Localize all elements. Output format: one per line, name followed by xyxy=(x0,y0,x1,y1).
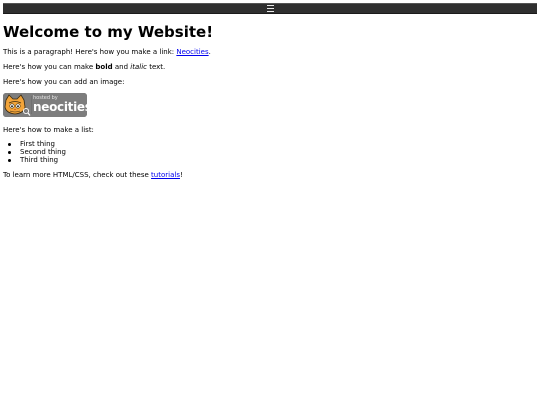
list-item: First thing xyxy=(8,140,66,148)
page-title: Welcome to my Website! xyxy=(3,23,214,41)
intro-text: This is a paragraph! Here's how you make… xyxy=(3,48,177,56)
outro-text: To learn more HTML/CSS, check out these xyxy=(3,171,152,179)
tutorials-link[interactable]: tutorials xyxy=(151,171,180,179)
format-after: text. xyxy=(146,63,166,71)
outro-after: ! xyxy=(179,171,183,179)
badge-brand-text: neocities xyxy=(33,100,92,114)
list-item: Third thing xyxy=(8,156,66,164)
list-intro-paragraph: Here's how to make a list: xyxy=(3,126,94,134)
intro-after: . xyxy=(208,48,211,56)
outro-paragraph: To learn more HTML/CSS, check out these … xyxy=(3,171,183,180)
format-middle: and xyxy=(112,63,131,71)
hamburger-menu-icon[interactable] xyxy=(267,5,274,12)
hosted-by-neocities-badge: hosted by neocities xyxy=(3,93,92,117)
example-list: First thing Second thing Third thing xyxy=(3,140,66,164)
format-paragraph: Here's how you can make bold and italic … xyxy=(3,63,165,72)
list-item: Second thing xyxy=(8,148,66,156)
image-intro-paragraph: Here's how you can add an image: xyxy=(3,78,125,86)
bold-text: bold xyxy=(95,63,113,71)
page-content: Welcome to my Website! This is a paragra… xyxy=(3,22,533,179)
format-before: Here's how you can make xyxy=(3,63,96,71)
italic-text: italic xyxy=(130,63,147,71)
top-menu-bar xyxy=(3,3,537,14)
intro-paragraph: This is a paragraph! Here's how you make… xyxy=(3,48,211,57)
neocities-link[interactable]: Neocities xyxy=(176,48,208,56)
